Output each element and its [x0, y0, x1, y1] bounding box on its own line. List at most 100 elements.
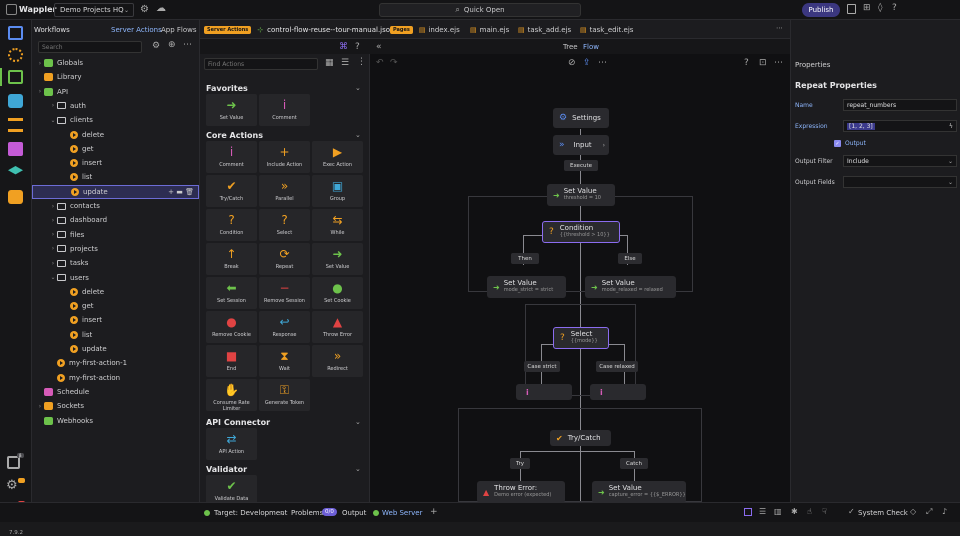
section-validator[interactable]: Validator [206, 465, 247, 474]
action-tile[interactable]: ↑ Break [206, 243, 257, 275]
action-tile[interactable]: ⇄ API Action [206, 428, 257, 460]
tree-item-action[interactable]: update + ▬ 🗑 [32, 184, 199, 199]
tab-main[interactable]: ▤ main.ejs [470, 20, 509, 39]
settings-node[interactable]: ⚙ Settings [553, 108, 609, 128]
action-tile[interactable]: i Comment [259, 94, 310, 126]
action-tile[interactable]: ▲ Throw Error [312, 311, 363, 343]
set-value-threshold-node[interactable]: ➜ Set Value threshold = 10 [547, 184, 615, 206]
chevron-icon[interactable]: › [36, 403, 44, 410]
action-tile[interactable]: − Remove Session [259, 277, 310, 309]
chevron-icon[interactable]: › [49, 231, 57, 238]
output-fields-select[interactable]: ⌄ [843, 176, 957, 188]
export-icon[interactable]: ⇪ [583, 58, 591, 68]
image-export-icon[interactable]: ⊡ [759, 58, 767, 68]
tree-item-folder[interactable]: ⌄ users [32, 271, 199, 285]
input-node[interactable]: » Input › [553, 135, 609, 155]
output-checkbox[interactable]: ✓ [834, 140, 841, 147]
select-node[interactable]: ? Select {{mode}} [553, 327, 609, 349]
tree-item-action[interactable]: delete [32, 285, 199, 299]
square-icon[interactable] [744, 508, 752, 516]
tree-item-action[interactable]: get [32, 142, 199, 156]
view-flow-toggle[interactable]: Flow [583, 43, 599, 51]
hierarchy-icon[interactable]: ⌘ [339, 42, 348, 52]
target-select[interactable]: Target: Development [214, 509, 287, 517]
disable-icon[interactable]: ⊘ [568, 58, 576, 68]
tree-item-action[interactable]: list [32, 170, 199, 184]
section-favorites[interactable]: Favorites [206, 84, 248, 93]
thumbs-up-icon[interactable]: ☝ [807, 507, 812, 516]
bug-icon[interactable]: ✱ [791, 507, 798, 516]
set-value-strict-node[interactable]: ➜ Set Value mode_strict = strict [487, 276, 566, 298]
assets-icon[interactable] [8, 142, 23, 156]
publish-button[interactable]: Publish [802, 3, 840, 17]
workflows-icon[interactable] [8, 70, 23, 84]
action-tile[interactable]: ▣ Group [312, 175, 363, 207]
tree-item-action[interactable]: get [32, 299, 199, 313]
view-tree-toggle[interactable]: Tree [563, 43, 578, 51]
tree-item-folder[interactable]: › contacts [32, 199, 199, 213]
action-tile[interactable]: ✔ Try/Catch [206, 175, 257, 207]
drop-icon[interactable]: ◊ [878, 3, 882, 13]
canvas-settings-icon[interactable]: ⋯ [774, 58, 783, 68]
expand-icon[interactable]: ⤢ [926, 507, 932, 517]
bell-icon[interactable]: ♪ [942, 507, 947, 516]
comment-node-2[interactable]: i [590, 384, 646, 400]
section-chevron-icon[interactable]: ⌄ [355, 84, 361, 92]
tree-item-folder[interactable]: › dashboard [32, 213, 199, 227]
tab-index[interactable]: Pages ▤ index.ejs [390, 20, 460, 39]
output-tab[interactable]: Output [342, 509, 366, 517]
name-input[interactable]: repeat_numbers [843, 99, 957, 111]
section-chevron-icon[interactable]: ⌄ [355, 131, 361, 139]
tree-item-sockets[interactable]: › Sockets [32, 399, 199, 413]
canvas-help-icon[interactable]: ? [744, 58, 749, 68]
action-tile[interactable]: ➜ Set Value [312, 243, 363, 275]
chevron-icon[interactable]: ⌄ [49, 117, 57, 124]
try-catch-node[interactable]: ✔ Try/Catch [550, 430, 611, 446]
tree-item-folder[interactable]: › auth [32, 99, 199, 113]
workflow-search-input[interactable]: Search [38, 41, 142, 53]
action-tile[interactable]: ⟳ Repeat [259, 243, 310, 275]
section-chevron-icon[interactable]: ⌄ [355, 465, 361, 473]
action-tile[interactable]: i Comment [206, 141, 257, 173]
tree-item-folder[interactable]: ⌄ clients [32, 113, 199, 127]
comment-node-1[interactable]: i [516, 384, 572, 400]
tree-item-action[interactable]: update [32, 342, 199, 356]
project-select[interactable]: Demo Projects HQ ⌄ [54, 3, 134, 17]
section-chevron-icon[interactable]: ⌄ [355, 418, 361, 426]
action-tile[interactable]: ● Set Cookie [312, 277, 363, 309]
action-tile[interactable]: ■ End [206, 345, 257, 377]
section-core-actions[interactable]: Core Actions [206, 131, 263, 140]
settings-gear-icon[interactable]: ⚙ [6, 478, 18, 493]
action-tile[interactable]: ✋ Consume Rate Limiter [206, 379, 257, 412]
chevron-icon[interactable]: › [36, 60, 44, 67]
chevron-icon[interactable]: › [49, 203, 57, 210]
tree-item-schedule[interactable]: Schedule [32, 385, 199, 399]
server-connect-icon[interactable] [8, 48, 23, 62]
database-icon[interactable] [8, 94, 23, 108]
action-tile[interactable]: » Redirect [312, 345, 363, 377]
redo-icon[interactable]: ↷ [390, 58, 398, 68]
expression-input[interactable]: [1, 2, 3] ϟ [843, 120, 957, 132]
layers-icon[interactable] [8, 166, 23, 175]
web-server-tab[interactable]: Web Server [382, 509, 422, 517]
chevron-icon[interactable]: › [49, 102, 57, 109]
workflow-settings-icon[interactable]: ⚙ [152, 41, 160, 51]
cloud-icon[interactable]: ☁ [156, 3, 166, 14]
tab-task-edit[interactable]: ▤ task_edit.ejs [580, 20, 633, 39]
chevron-icon[interactable]: › [49, 217, 57, 224]
condition-node[interactable]: ? Condition {{threshold > 10}} [542, 221, 620, 243]
tree-item-action[interactable]: delete [32, 128, 199, 142]
tree-item-action[interactable]: list [32, 328, 199, 342]
check-icon[interactable]: ✓ [848, 507, 855, 516]
tree-item-globals[interactable]: › Globals [32, 56, 199, 70]
tab-task-add[interactable]: ▤ task_add.ejs [518, 20, 571, 39]
action-tile[interactable]: ⚿ Generate Token [259, 379, 310, 411]
problems-tab[interactable]: Problems [291, 509, 323, 517]
tree-item-action[interactable]: my-first-action-1 [32, 356, 199, 370]
tree-item-library[interactable]: Library [32, 70, 199, 84]
throw-error-node[interactable]: ▲ Throw Error: Demo error (expected) [477, 481, 565, 502]
tree-item-folder[interactable]: › projects [32, 242, 199, 256]
action-tile[interactable]: + Include Action [259, 141, 310, 173]
more-options-icon[interactable]: ⋯ [183, 40, 192, 50]
set-value-error-node[interactable]: ➜ Set Value capture_error = {{$_ERROR}} [592, 481, 686, 502]
